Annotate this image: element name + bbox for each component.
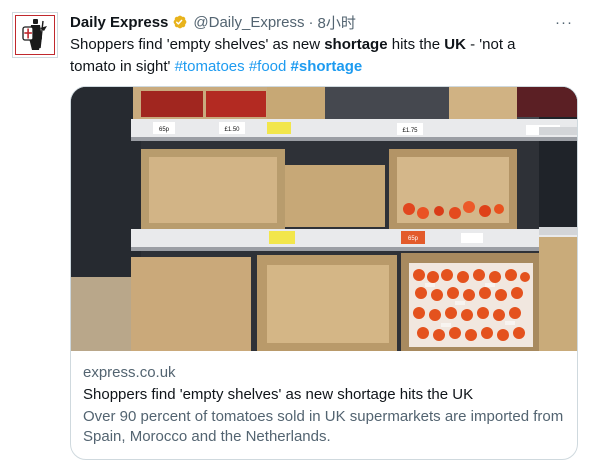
tweet-timestamp[interactable]: 8小时	[318, 12, 356, 33]
card-meta: express.co.uk Shoppers find 'empty shelv…	[83, 363, 565, 447]
verified-badge-icon[interactable]	[171, 13, 189, 31]
tweet-text-part: Shoppers find 'empty shelves' as new	[70, 36, 325, 53]
tweet: Daily Express @Daily_Express · 8小时 ··· S…	[0, 0, 590, 466]
tweet-text-bold: UK	[444, 36, 466, 53]
card-image[interactable]: 65p £1.50 £1.75 65p	[71, 87, 577, 351]
price-tag-label: 65p	[159, 127, 170, 133]
card-domain: express.co.uk	[83, 364, 176, 381]
crusader-logo-icon	[15, 15, 55, 55]
tweet-text-bold: shortage	[324, 36, 388, 53]
hashtag-link[interactable]: #shortage	[291, 58, 363, 75]
author-name[interactable]: Daily Express	[70, 14, 168, 31]
avatar[interactable]	[12, 12, 58, 58]
card-title[interactable]: Shoppers find 'empty shelves' as new sho…	[83, 385, 565, 405]
separator-dot: ·	[308, 13, 314, 31]
price-tag-label: £1.50	[224, 127, 240, 133]
author-handle[interactable]: @Daily_Express	[193, 14, 304, 31]
price-tag-label: £1.75	[402, 128, 418, 134]
link-preview-card[interactable]: 65p £1.50 £1.75 65p express.co.uk Shoppe…	[70, 86, 578, 460]
hashtag-link[interactable]: #tomatoes	[175, 58, 245, 75]
card-description: Over 90 percent of tomatoes sold in UK s…	[83, 408, 564, 445]
tweet-text: Shoppers find 'empty shelves' as new sho…	[70, 34, 540, 78]
tweet-header: Daily Express @Daily_Express · 8小时	[70, 12, 356, 32]
price-tag-label: 65p	[408, 236, 419, 242]
hashtag-link[interactable]: #food	[249, 58, 287, 75]
tweet-text-part: hits the	[387, 36, 445, 53]
more-options-icon[interactable]: ···	[554, 12, 574, 32]
